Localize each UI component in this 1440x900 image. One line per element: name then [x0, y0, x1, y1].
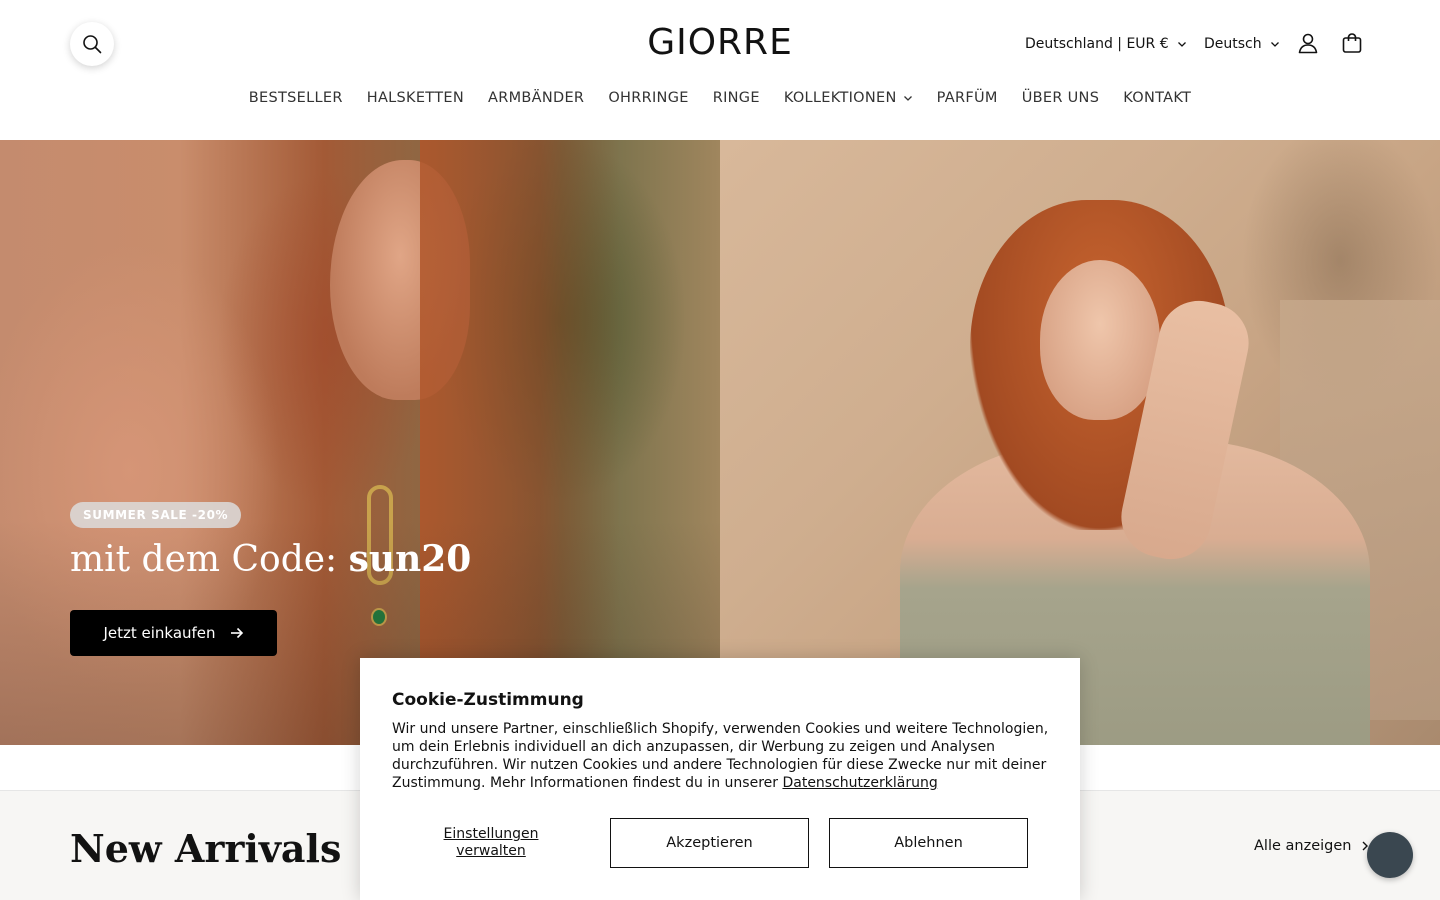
nav-item-kollektionen[interactable]: KOLLEKTIONEN: [772, 86, 925, 110]
nav-item-ueber-uns[interactable]: ÜBER UNS: [1010, 86, 1111, 110]
brand-logo[interactable]: GIORRE: [620, 20, 820, 66]
chat-widget-button[interactable]: [1367, 832, 1413, 878]
cookie-body-text: Wir und unsere Partner, einschließlich S…: [392, 721, 1049, 791]
sale-badge: SUMMER SALE -20%: [70, 502, 242, 528]
language-selector-label: Deutsch: [1204, 36, 1262, 52]
main-navigation: BESTSELLER HALSKETTEN ARMBÄNDER OHRRINGE…: [0, 86, 1440, 110]
nav-item-label: PARFÜM: [936, 90, 998, 106]
nav-item-label: RINGE: [712, 90, 760, 106]
manage-settings-link[interactable]: Einstellungen verwalten: [428, 826, 554, 860]
cookie-consent-dialog: Cookie-Zustimmung Wir und unsere Partner…: [360, 658, 1080, 900]
nav-item-label: OHRRINGE: [608, 90, 689, 106]
country-selector-label: Deutschland | EUR €: [1025, 36, 1169, 52]
search-button[interactable]: [70, 22, 114, 66]
shop-now-label: Jetzt einkaufen: [103, 624, 216, 642]
nav-item-halsketten[interactable]: HALSKETTEN: [355, 86, 476, 110]
search-icon: [83, 35, 102, 54]
nav-item-ringe[interactable]: RINGE: [701, 86, 772, 110]
nav-item-label: ARMBÄNDER: [487, 90, 585, 106]
country-selector[interactable]: Deutschland | EUR €: [1025, 30, 1187, 58]
hero-headline-code: sun20: [348, 538, 472, 580]
view-all-label: Alle anzeigen: [1254, 838, 1352, 854]
privacy-policy-link[interactable]: Datenschutzerklärung: [782, 775, 937, 791]
language-selector[interactable]: Deutsch: [1204, 30, 1280, 58]
nav-item-label: ÜBER UNS: [1021, 90, 1100, 106]
chevron-down-icon: [903, 96, 912, 101]
view-all-link[interactable]: Alle anzeigen: [1254, 838, 1369, 854]
shop-now-button[interactable]: Jetzt einkaufen: [70, 610, 277, 656]
site-header: GIORRE Deutschland | EUR € Deutsch BESTS…: [0, 0, 1440, 140]
decline-button[interactable]: Ablehnen: [829, 818, 1028, 868]
nav-item-parfuem[interactable]: PARFÜM: [925, 86, 1010, 110]
bag-icon: [1342, 33, 1362, 53]
user-icon: [1298, 33, 1318, 54]
accept-button[interactable]: Akzeptieren: [610, 818, 809, 868]
nav-item-label: KONTAKT: [1123, 90, 1192, 106]
nav-item-label: BESTSELLER: [248, 90, 343, 106]
nav-item-label: KOLLEKTIONEN: [783, 90, 897, 106]
hero-image-model-portrait: [720, 140, 1440, 745]
cookie-actions: Einstellungen verwalten Akzeptieren Able…: [392, 818, 1048, 868]
hero-image-face-shape: [1040, 260, 1160, 420]
nav-item-armbaender[interactable]: ARMBÄNDER: [476, 86, 596, 110]
nav-item-ohrringe[interactable]: OHRRINGE: [596, 86, 700, 110]
chevron-down-icon: [1177, 42, 1186, 47]
cart-button[interactable]: [1338, 29, 1366, 57]
hero-headline-prefix: mit dem Code:: [70, 539, 349, 580]
nav-item-bestseller[interactable]: BESTSELLER: [237, 86, 355, 110]
nav-item-label: HALSKETTEN: [366, 90, 464, 106]
cookie-title: Cookie-Zustimmung: [392, 690, 584, 710]
account-button[interactable]: [1294, 29, 1322, 57]
hero-headline: mit dem Code: sun20: [70, 538, 471, 580]
nav-item-kontakt[interactable]: KONTAKT: [1111, 86, 1203, 110]
chevron-down-icon: [1270, 42, 1279, 47]
arrow-right-icon: [230, 627, 243, 639]
cookie-body: Wir und unsere Partner, einschließlich S…: [392, 720, 1052, 792]
section-title: New Arrivals: [70, 826, 342, 871]
